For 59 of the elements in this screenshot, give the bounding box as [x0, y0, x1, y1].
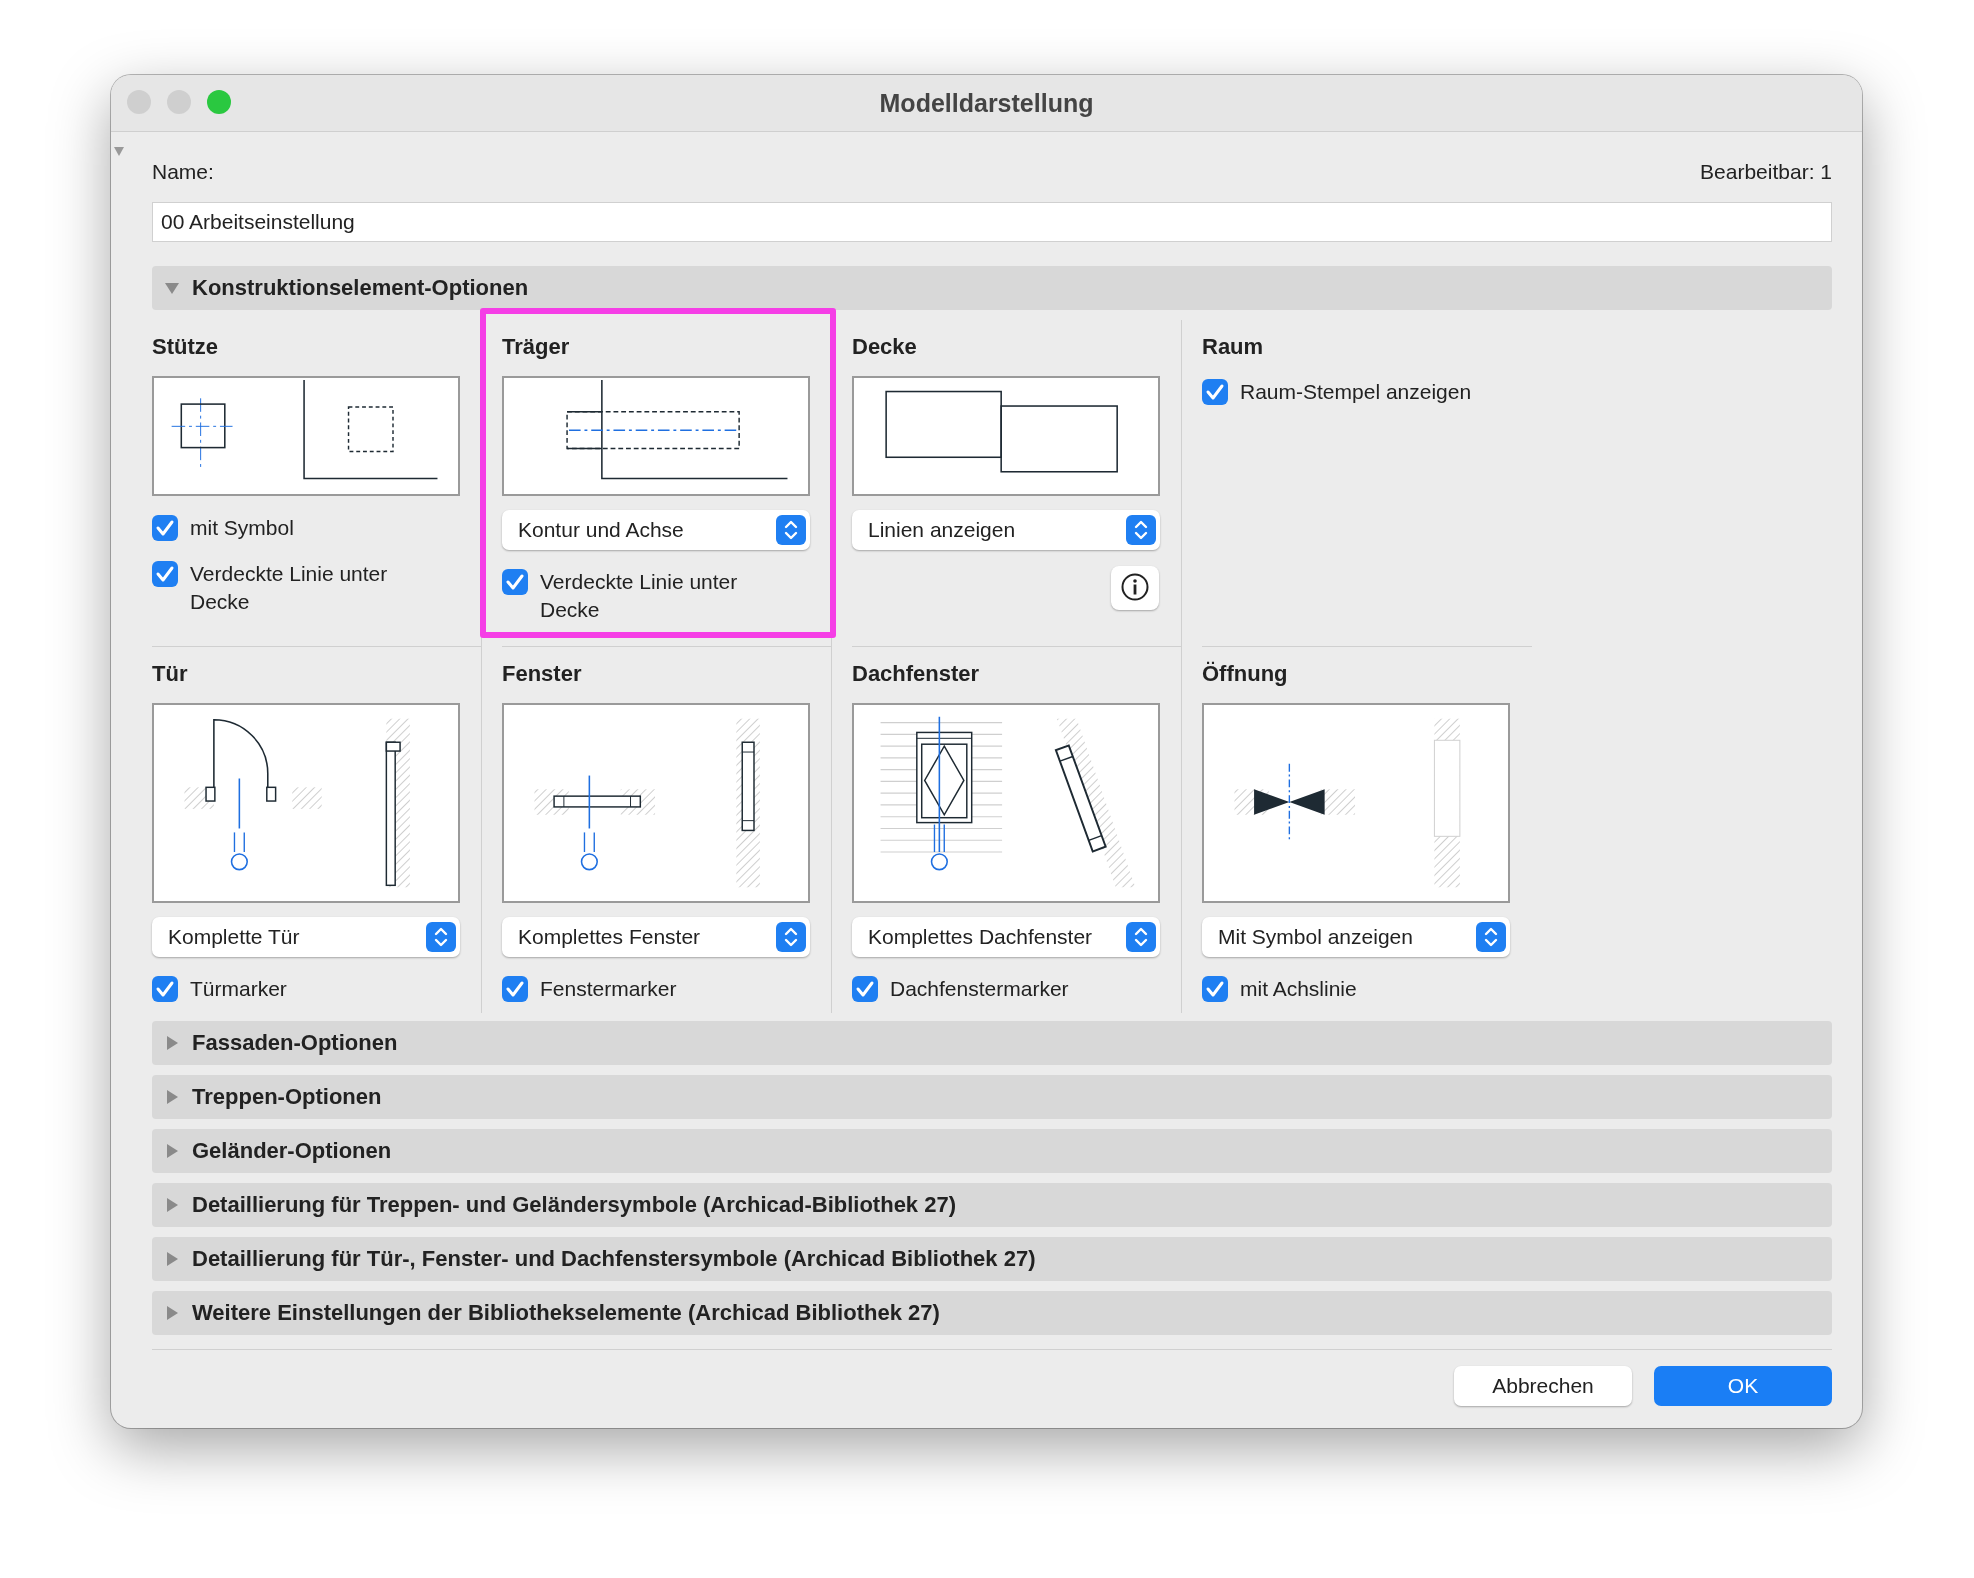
info-button[interactable]: [1111, 566, 1159, 610]
name-label: Name:: [152, 160, 214, 184]
checkbox-label: mit Achslinie: [1240, 976, 1357, 1002]
group-title: Tür: [152, 661, 189, 687]
info-icon: [1120, 571, 1150, 602]
section-header[interactable]: Fassaden-Optionen: [152, 1021, 1832, 1065]
section-title: Detaillierung für Treppen- und Geländersymbole (Archicad-Bibliothek 27): [192, 1192, 957, 1218]
group-title: Dachfenster: [852, 661, 981, 687]
name-field[interactable]: 00 Arbeitseinstellung: [152, 202, 1832, 242]
group-title: Stütze: [152, 334, 219, 360]
group-title: Raum: [1202, 334, 1265, 360]
dropdown[interactable]: Mit Symbol anzeigen: [1202, 917, 1510, 957]
group-title: Decke: [852, 334, 918, 360]
section-title: Treppen-Optionen: [192, 1084, 382, 1110]
section-title: Geländer-Optionen: [192, 1138, 392, 1164]
cancel-button[interactable]: Abbrechen: [1454, 1366, 1632, 1406]
dropdown[interactable]: Komplettes Dachfenster: [852, 917, 1160, 957]
section-header[interactable]: Detaillierung für Tür-, Fenster- und Dachfenstersymbole (Archicad Bibliothek 27): [152, 1237, 1832, 1281]
triangle-marker-icon: [113, 145, 125, 157]
checkbox-label: Verdeckte Linie unter Decke: [190, 561, 389, 615]
group-title: Träger: [502, 334, 571, 360]
section-title: Detaillierung für Tür-, Fenster- und Dachfenstersymbole (Archicad Bibliothek 27): [192, 1246, 1036, 1272]
checkbox[interactable]: [502, 569, 528, 595]
stepper-icon: [776, 515, 806, 545]
stepper-icon: [1476, 922, 1506, 952]
section-title: Konstruktionselement-Optionen: [192, 275, 529, 301]
section-header[interactable]: Weitere Einstellungen der Bibliothekselemente (Archicad Bibliothek 27): [152, 1291, 1832, 1335]
ok-button[interactable]: OK: [1654, 1366, 1832, 1406]
stepper-icon: [1126, 515, 1156, 545]
section-header[interactable]: Detaillierung für Treppen- und Geländersymbole (Archicad-Bibliothek 27): [152, 1183, 1832, 1227]
checkbox[interactable]: [1202, 976, 1228, 1002]
checkbox-label: Türmarker: [190, 976, 287, 1002]
section-title: Fassaden-Optionen: [192, 1030, 398, 1056]
dropdown[interactable]: Komplettes Fenster: [502, 917, 810, 957]
window-title: Modelldarstellung: [879, 88, 1094, 118]
editable-count: Bearbeitbar: 1: [1700, 160, 1832, 184]
stepper-icon: [426, 922, 456, 952]
section-header[interactable]: Treppen-Optionen: [152, 1075, 1832, 1119]
section-header[interactable]: Geländer-Optionen: [152, 1129, 1832, 1173]
dropdown[interactable]: Linien anzeigen: [852, 510, 1160, 550]
checkbox-label: Verdeckte Linie unter Decke: [540, 569, 739, 623]
stepper-icon: [776, 922, 806, 952]
dropdown[interactable]: Kontur und Achse: [502, 510, 810, 550]
stepper-icon: [1126, 922, 1156, 952]
checkbox-label: Dachfenstermarker: [890, 976, 1069, 1002]
dropdown[interactable]: Komplette Tür: [152, 917, 460, 957]
checkbox-label: Fenstermarker: [540, 976, 677, 1002]
checkbox-label: mit Symbol: [190, 515, 294, 541]
checkbox[interactable]: [852, 976, 878, 1002]
checkbox-label: Raum-Stempel anzeigen: [1240, 379, 1472, 405]
checkbox[interactable]: [152, 561, 178, 587]
group-title: Öffnung: [1202, 661, 1289, 687]
checkbox[interactable]: [1202, 379, 1228, 405]
checkbox[interactable]: [502, 976, 528, 1002]
group-title: Fenster: [502, 661, 583, 687]
checkbox[interactable]: [152, 515, 178, 541]
section-header[interactable]: Konstruktionselement-Optionen: [152, 266, 1832, 310]
checkbox[interactable]: [152, 976, 178, 1002]
section-title: Weitere Einstellungen der Bibliothekselemente (Archicad Bibliothek 27): [192, 1300, 940, 1326]
